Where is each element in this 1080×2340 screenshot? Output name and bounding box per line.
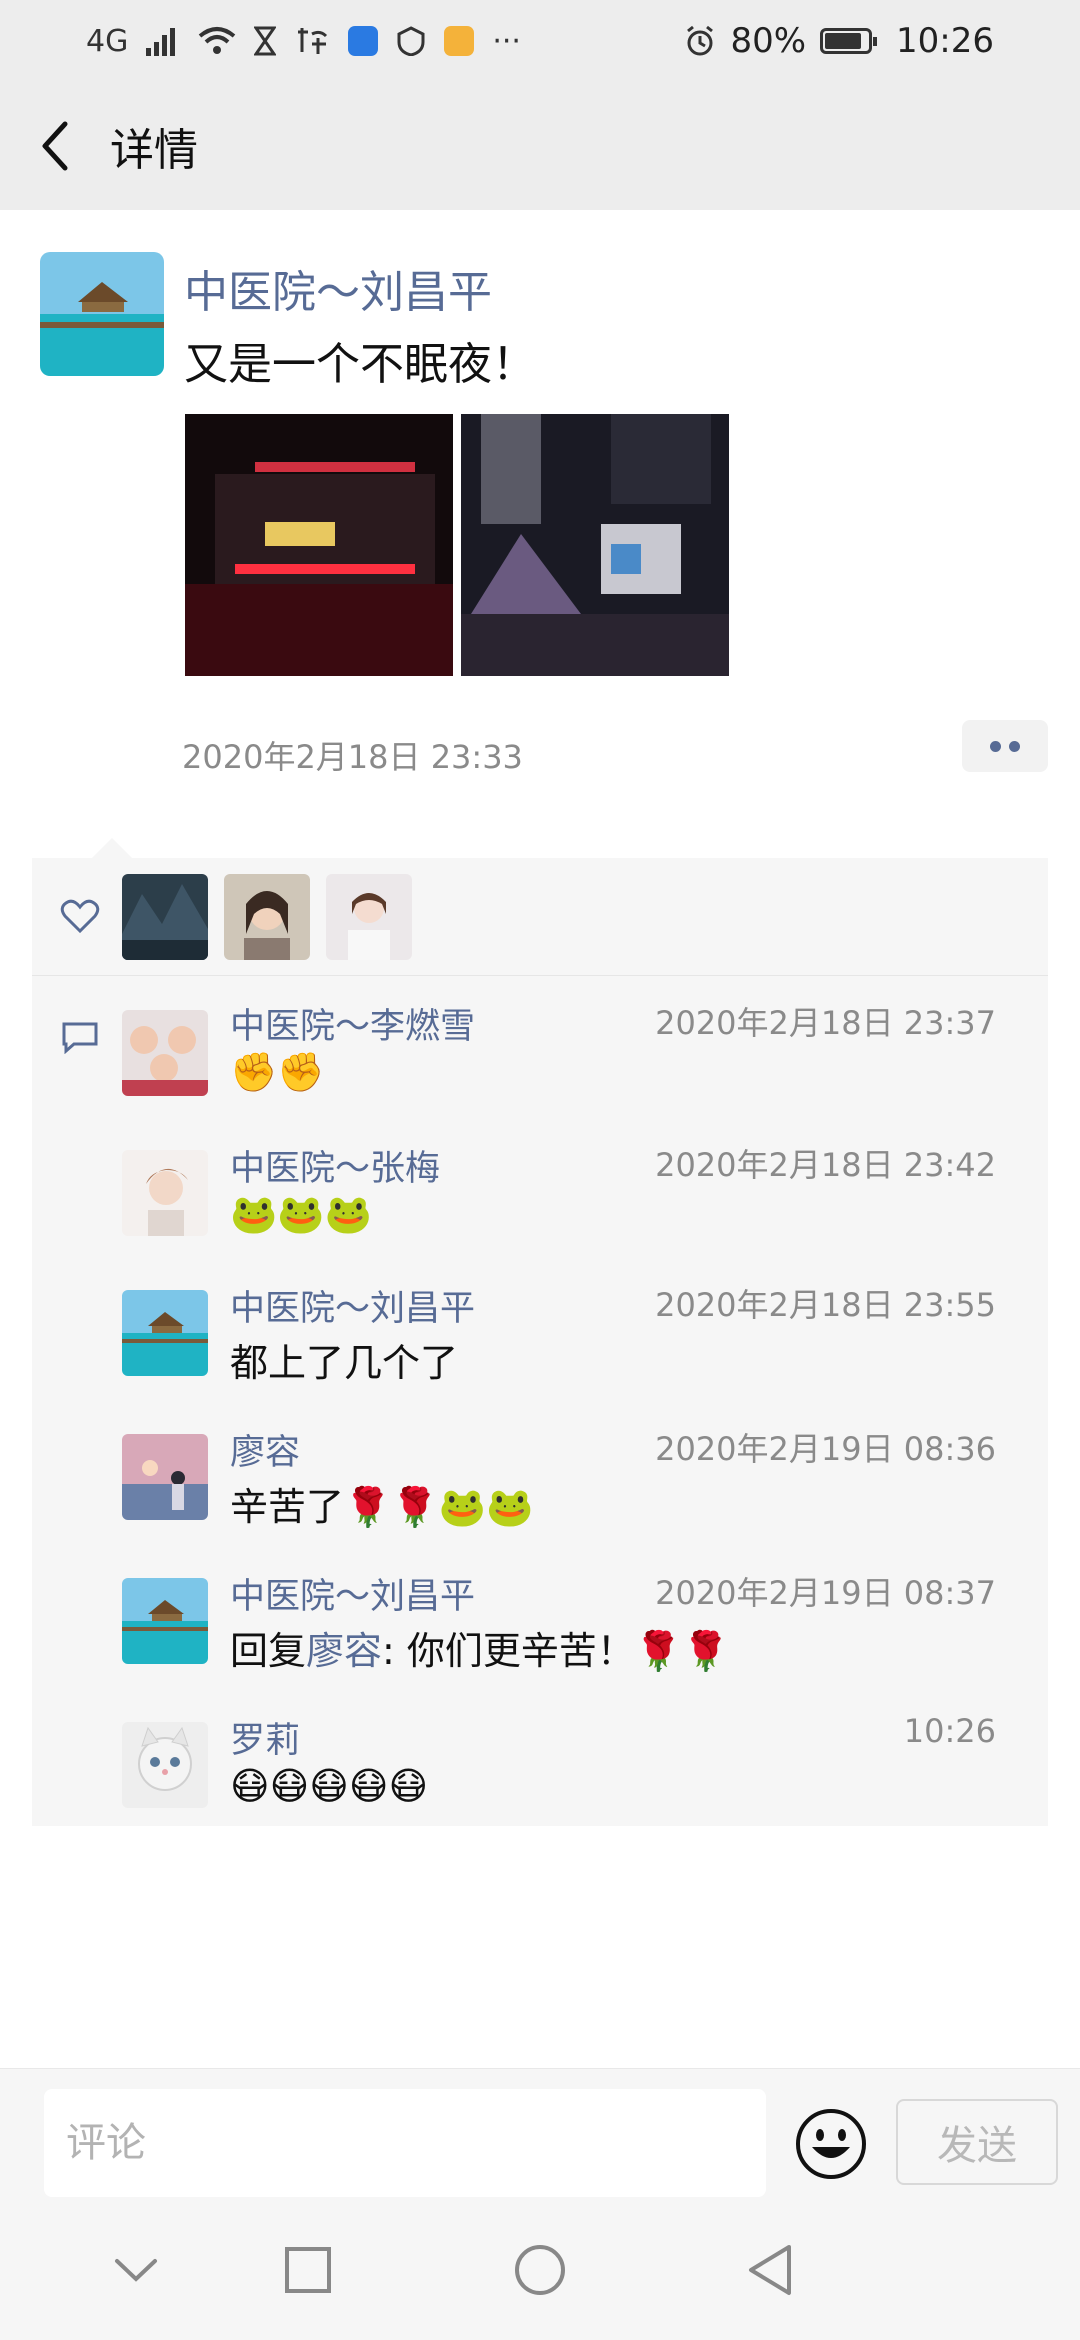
commenter-name[interactable]: 中医院～刘昌平 <box>230 1280 475 1331</box>
post-photo[interactable] <box>461 414 729 676</box>
heart-icon <box>60 899 100 934</box>
comment-input[interactable] <box>44 2089 766 2197</box>
wifi-icon <box>199 27 236 54</box>
commenter-name[interactable]: 罗莉 <box>230 1712 300 1763</box>
reply-text: : 你们更辛苦！🌹🌹 <box>382 1629 730 1673</box>
smiley-icon[interactable] <box>794 2107 868 2181</box>
more-notifications-indicator: ··· <box>492 23 521 59</box>
square-icon <box>285 2247 331 2293</box>
alarm-icon <box>687 25 714 56</box>
nav-home-button[interactable] <box>500 2230 580 2310</box>
commenter-avatar[interactable] <box>122 1722 208 1808</box>
reply-prefix: 回复 <box>230 1629 307 1673</box>
liker-avatar[interactable] <box>326 874 412 960</box>
commenter-avatar[interactable] <box>122 1578 208 1664</box>
comment-input-bar: 发送 <box>0 2068 1080 2200</box>
battery-percent: 80% <box>730 21 807 61</box>
commenter-avatar[interactable] <box>122 1290 208 1376</box>
shield-icon <box>397 26 425 56</box>
circle-icon <box>515 2245 565 2295</box>
commenter-name[interactable]: 中医院～刘昌平 <box>230 1568 475 1619</box>
send-button[interactable]: 发送 <box>896 2099 1058 2185</box>
comment-time: 2020年2月18日 23:37 <box>655 1004 996 1042</box>
triangle-back-icon <box>749 2245 791 2295</box>
post-photo[interactable] <box>185 414 453 676</box>
post-timestamp: 2020年2月18日 23:33 <box>182 738 523 776</box>
post-text: 又是一个不眠夜！ <box>184 339 536 390</box>
app-icon <box>348 26 379 56</box>
comment-time: 10:26 <box>903 1712 996 1750</box>
comment-time: 2020年2月18日 23:42 <box>655 1146 996 1184</box>
chevron-down-icon <box>115 2259 157 2282</box>
comment-text: ✊✊ <box>230 1050 325 1094</box>
liker-avatar[interactable] <box>224 874 310 960</box>
dot-icon <box>990 740 1001 752</box>
comment-text: 辛苦了🌹🌹🐸🐸 <box>230 1485 534 1529</box>
comment-text: 🐸🐸🐸 <box>230 1192 372 1236</box>
nav-back-button[interactable] <box>730 2230 810 2310</box>
commenter-name[interactable]: 中医院～张梅 <box>230 1140 440 1191</box>
comment-icon <box>62 1022 98 1054</box>
comment-time: 2020年2月19日 08:37 <box>655 1574 996 1612</box>
dot-icon <box>1009 740 1020 752</box>
commenter-name[interactable]: 中医院～李燃雪 <box>230 998 475 1049</box>
commenter-avatar[interactable] <box>122 1150 208 1236</box>
app-icon <box>444 26 475 56</box>
comment-text: 回复廖容: 你们更辛苦！🌹🌹 <box>230 1620 730 1675</box>
nav-hide-keyboard-button[interactable] <box>96 2230 176 2310</box>
signal-icon <box>146 28 176 56</box>
clock: 10:26 <box>896 21 994 61</box>
back-button[interactable] <box>0 82 110 210</box>
commenter-avatar[interactable] <box>122 1434 208 1520</box>
comment-time: 2020年2月18日 23:55 <box>655 1286 996 1324</box>
commenter-name[interactable]: 廖容 <box>230 1424 300 1475</box>
hourglass-icon <box>254 26 277 56</box>
comment-text: 😷😷😷😷😷 <box>230 1764 429 1808</box>
author-name[interactable]: 中医院～刘昌平 <box>184 256 492 320</box>
author-avatar[interactable] <box>40 252 164 376</box>
more-actions-button[interactable] <box>962 720 1048 772</box>
nav-recents-button[interactable] <box>268 2230 348 2310</box>
back-arrow-icon <box>42 121 68 171</box>
status-bar: 4G ··· 80% 10:26 <box>0 0 1080 82</box>
liker-avatar[interactable] <box>122 874 208 960</box>
interaction-panel: 中医院～李燃雪 2020年2月18日 23:37 ✊✊ 中医院～张梅 2020年… <box>32 838 1048 1826</box>
likes-row <box>32 858 1048 976</box>
comment-time: 2020年2月19日 08:36 <box>655 1430 996 1468</box>
network-type-label: 4G <box>86 23 129 59</box>
commenter-avatar[interactable] <box>122 1010 208 1096</box>
app-header: 详情 <box>0 82 1080 210</box>
reply-target-name[interactable]: 廖容 <box>306 1629 382 1673</box>
app-icon <box>298 28 328 54</box>
panel-pointer <box>92 838 132 858</box>
comment-text: 都上了几个了 <box>230 1341 459 1385</box>
system-nav-bar <box>0 2200 1080 2340</box>
page-title: 详情 <box>110 125 198 176</box>
battery-icon <box>820 28 878 54</box>
